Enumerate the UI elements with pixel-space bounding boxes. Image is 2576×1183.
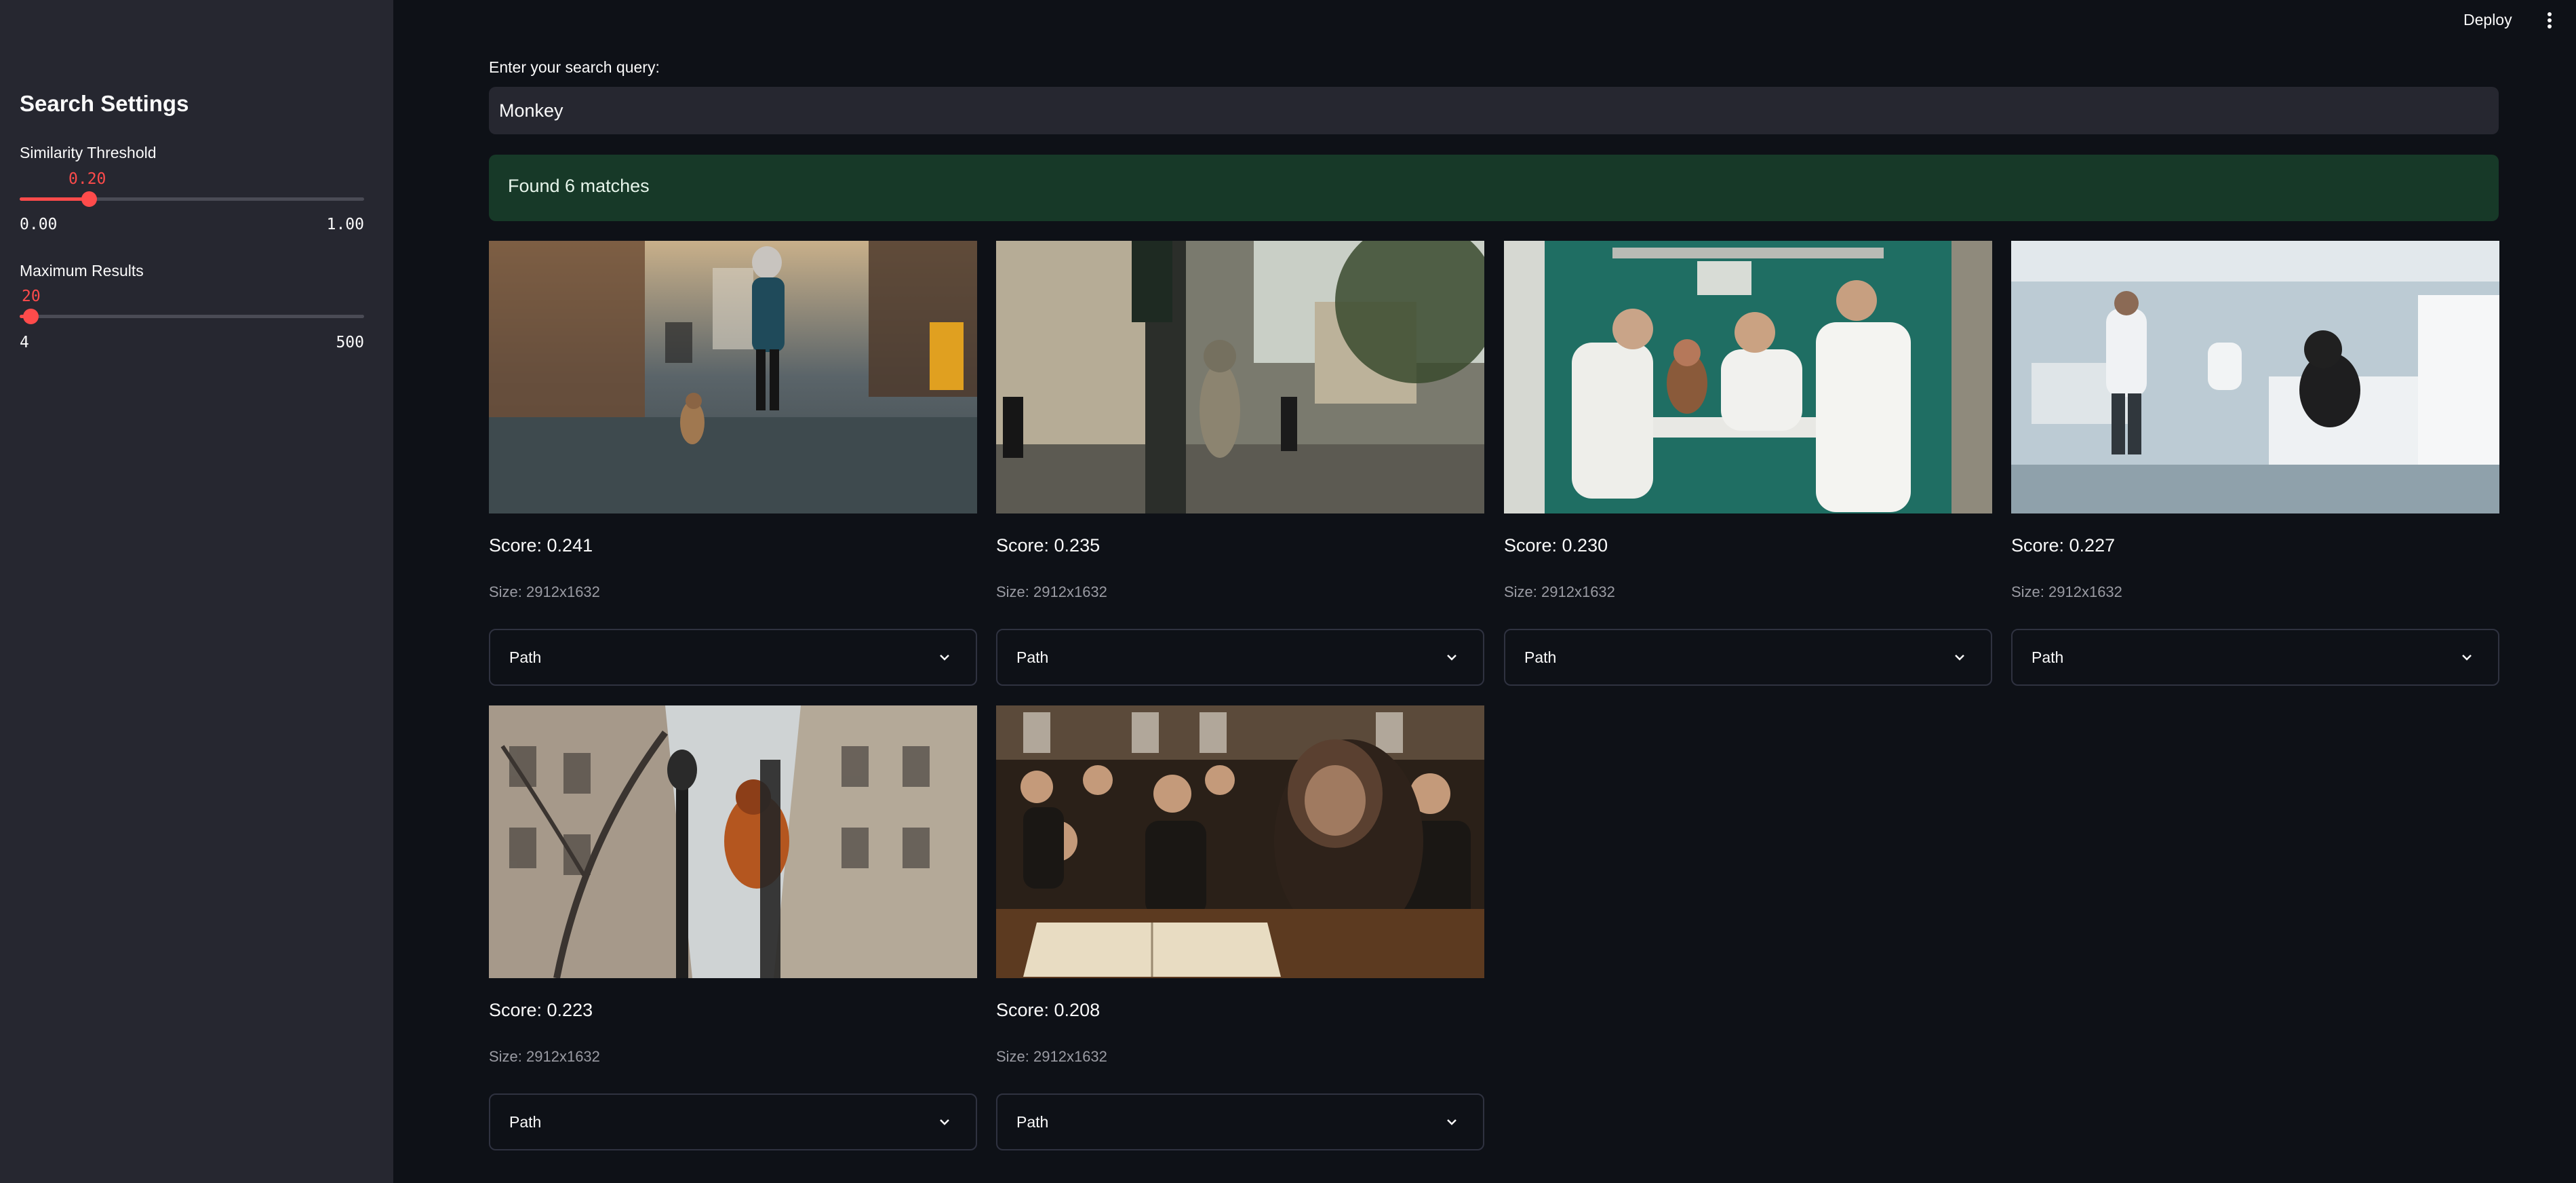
deploy-button[interactable]: Deploy <box>2458 8 2518 32</box>
similarity-threshold-fill <box>20 197 89 201</box>
status-alert: Found 6 matches <box>489 155 2499 221</box>
chevron-down-icon <box>1447 655 1457 661</box>
path-expander-label: Path <box>1016 648 1049 666</box>
result-image <box>996 241 1484 513</box>
result-score: Score: 0.208 <box>996 1000 1101 1020</box>
sidebar-title: Search Settings <box>20 91 189 116</box>
similarity-threshold-label: Similarity Threshold <box>20 144 157 161</box>
maximum-results-slider[interactable] <box>20 309 364 324</box>
path-expander-label: Path <box>509 648 542 666</box>
result-size: Size: 2912x1632 <box>996 583 1107 600</box>
result-image <box>996 705 1484 978</box>
maximum-results-min: 4 <box>20 334 29 351</box>
path-expander[interactable]: Path <box>1504 629 1992 686</box>
result-size: Size: 2912x1632 <box>489 583 600 600</box>
similarity-threshold-thumb[interactable] <box>81 191 97 207</box>
result-score: Score: 0.241 <box>489 535 593 556</box>
path-expander-label: Path <box>1524 648 1557 666</box>
result-score: Score: 0.230 <box>1504 535 1608 556</box>
maximum-results-label: Maximum Results <box>20 262 144 279</box>
chevron-down-icon <box>2462 655 2472 661</box>
similarity-threshold-slider[interactable] <box>20 191 364 207</box>
sidebar: Search Settings Similarity Threshold 0.2… <box>0 0 393 1183</box>
result-size: Size: 2912x1632 <box>1504 583 1615 600</box>
similarity-threshold-max: 1.00 <box>326 216 364 233</box>
maximum-results-max: 500 <box>336 334 364 351</box>
result-score: Score: 0.227 <box>2011 535 2116 556</box>
similarity-threshold-value: 0.20 <box>68 170 106 188</box>
path-expander[interactable]: Path <box>2011 629 2499 686</box>
similarity-threshold-min: 0.00 <box>20 216 58 233</box>
path-expander[interactable]: Path <box>996 629 1484 686</box>
result-size: Size: 2912x1632 <box>489 1048 600 1065</box>
chevron-down-icon <box>1955 655 1964 661</box>
more-vert-icon[interactable] <box>2541 8 2558 33</box>
result-score: Score: 0.235 <box>996 535 1101 556</box>
search-query-label: Enter your search query: <box>489 58 660 76</box>
maximum-results-thumb[interactable] <box>23 309 39 324</box>
search-input[interactable] <box>489 87 2499 134</box>
path-expander[interactable]: Path <box>489 629 977 686</box>
path-expander-label: Path <box>2032 648 2064 666</box>
result-size: Size: 2912x1632 <box>2011 583 2122 600</box>
chevron-down-icon <box>940 1119 949 1125</box>
maximum-results-value: 20 <box>22 288 41 305</box>
chevron-down-icon <box>1447 1119 1457 1125</box>
chevron-down-icon <box>940 655 949 661</box>
result-size: Size: 2912x1632 <box>996 1048 1107 1065</box>
result-image <box>1504 241 1992 513</box>
path-expander-label: Path <box>1016 1113 1049 1131</box>
result-image <box>489 241 977 513</box>
path-expander[interactable]: Path <box>996 1093 1484 1150</box>
result-image <box>2011 241 2499 513</box>
result-score: Score: 0.223 <box>489 1000 593 1020</box>
path-expander-label: Path <box>509 1113 542 1131</box>
result-image <box>489 705 977 978</box>
path-expander[interactable]: Path <box>489 1093 977 1150</box>
